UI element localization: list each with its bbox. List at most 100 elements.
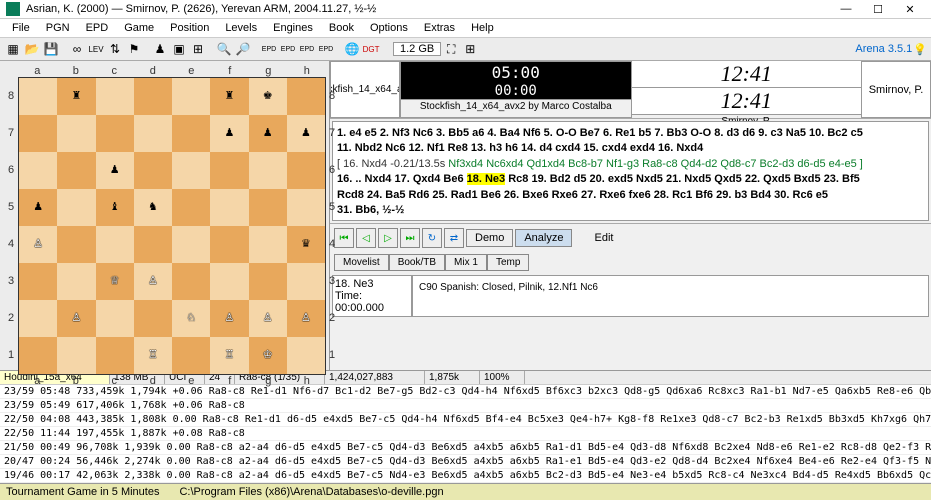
square-d3[interactable]: ♙ (134, 263, 172, 300)
square-d4[interactable] (134, 226, 172, 263)
tool-epd4-icon[interactable]: EPD (317, 40, 335, 58)
nav-next-button[interactable]: ▷ (378, 228, 398, 248)
tool-new-icon[interactable]: ▦ (4, 40, 22, 58)
square-e7[interactable] (172, 115, 210, 152)
square-h3[interactable] (287, 263, 325, 300)
tool-lev-icon[interactable]: LEV (87, 40, 105, 58)
square-h8[interactable] (287, 78, 325, 115)
square-f6[interactable] (210, 152, 248, 189)
square-g5[interactable] (249, 189, 287, 226)
square-h7[interactable]: ♟ (287, 115, 325, 152)
square-b3[interactable] (57, 263, 95, 300)
square-g6[interactable] (249, 152, 287, 189)
square-d8[interactable] (134, 78, 172, 115)
square-e4[interactable] (172, 226, 210, 263)
piece[interactable]: ♝ (110, 202, 120, 213)
square-a7[interactable] (19, 115, 57, 152)
piece[interactable]: ♙ (33, 239, 43, 250)
nav-swap-button[interactable]: ⇄ (444, 228, 464, 248)
square-a4[interactable]: ♙ (19, 226, 57, 263)
square-b8[interactable]: ♜ (57, 78, 95, 115)
square-f1[interactable]: ♖ (210, 337, 248, 374)
square-c5[interactable]: ♝ (96, 189, 134, 226)
square-b1[interactable] (57, 337, 95, 374)
square-a1[interactable] (19, 337, 57, 374)
analysis-line[interactable]: 20/47 00:24 56,446k 2,274k 0.00 Ra8-c8 a… (0, 455, 931, 469)
tool-epd1-icon[interactable]: EPD (260, 40, 278, 58)
menu-file[interactable]: File (6, 21, 36, 35)
nav-last-button[interactable]: ⏭ (400, 228, 420, 248)
square-h2[interactable]: ♙ (287, 300, 325, 337)
square-h4[interactable]: ♛ (287, 226, 325, 263)
move-list[interactable]: 1. e4 e5 2. Nf3 Nc6 3. Bb5 a6 4. Ba4 Nf6… (332, 121, 929, 221)
piece[interactable]: ♖ (224, 350, 234, 361)
piece[interactable]: ♔ (263, 350, 273, 361)
tool-dgt-icon[interactable]: DGT (362, 40, 380, 58)
square-g2[interactable]: ♙ (249, 300, 287, 337)
tool-grid-icon[interactable]: ⊞ (461, 40, 479, 58)
tool-infinity-icon[interactable]: ∞ (68, 40, 86, 58)
square-e8[interactable] (172, 78, 210, 115)
piece[interactable]: ♟ (224, 128, 234, 139)
square-g8[interactable]: ♚ (249, 78, 287, 115)
tab-temp[interactable]: Temp (487, 254, 529, 271)
piece[interactable]: ♙ (301, 313, 311, 324)
analysis-line[interactable]: 23/59 05:49 617,406k 1,768k +0.06 Ra8-c8 (0, 399, 931, 413)
piece[interactable]: ♞ (148, 202, 158, 213)
tool-globe-icon[interactable]: 🌐 (343, 40, 361, 58)
tab-movelist[interactable]: Movelist (334, 254, 389, 271)
piece[interactable]: ♕ (110, 276, 120, 287)
square-b6[interactable] (57, 152, 95, 189)
piece[interactable]: ♙ (263, 313, 273, 324)
square-c1[interactable] (96, 337, 134, 374)
square-b5[interactable] (57, 189, 95, 226)
square-d7[interactable] (134, 115, 172, 152)
square-h6[interactable] (287, 152, 325, 189)
square-c6[interactable]: ♟ (96, 152, 134, 189)
tool-pos-icon[interactable]: ⊞ (189, 40, 207, 58)
tool-zoomout-icon[interactable]: 🔎 (234, 40, 252, 58)
square-c4[interactable] (96, 226, 134, 263)
analysis-line[interactable]: 23/59 05:48 733,459k 1,794k +0.06 Ra8-c8… (0, 385, 931, 399)
piece[interactable]: ♙ (148, 276, 158, 287)
tab-booktb[interactable]: Book/TB (389, 254, 445, 271)
piece[interactable]: ♚ (263, 91, 273, 102)
piece[interactable]: ♜ (224, 91, 234, 102)
square-e2[interactable]: ♘ (172, 300, 210, 337)
square-d5[interactable]: ♞ (134, 189, 172, 226)
square-c3[interactable]: ♕ (96, 263, 134, 300)
square-d1[interactable]: ♖ (134, 337, 172, 374)
piece[interactable]: ♟ (301, 128, 311, 139)
square-e3[interactable] (172, 263, 210, 300)
square-e5[interactable] (172, 189, 210, 226)
analysis-line[interactable]: 19/46 00:17 42,063k 2,338k 0.00 Ra8-c8 a… (0, 469, 931, 483)
square-d2[interactable] (134, 300, 172, 337)
square-g4[interactable] (249, 226, 287, 263)
tool-epd2-icon[interactable]: EPD (279, 40, 297, 58)
piece[interactable]: ♟ (263, 128, 273, 139)
close-button[interactable]: ✕ (903, 2, 917, 16)
menu-epd[interactable]: EPD (80, 21, 115, 35)
tool-zoomin-icon[interactable]: 🔍 (215, 40, 233, 58)
square-d6[interactable] (134, 152, 172, 189)
tool-flag-icon[interactable]: ⚑ (125, 40, 143, 58)
menu-game[interactable]: Game (118, 21, 160, 35)
piece[interactable]: ♜ (71, 91, 81, 102)
square-a5[interactable]: ♟ (19, 189, 57, 226)
square-f7[interactable]: ♟ (210, 115, 248, 152)
piece[interactable]: ♟ (33, 202, 43, 213)
tool-board-icon[interactable]: ▣ (170, 40, 188, 58)
square-a6[interactable] (19, 152, 57, 189)
square-e6[interactable] (172, 152, 210, 189)
analysis-line[interactable]: 21/50 00:49 96,708k 1,939k 0.00 Ra8-c8 a… (0, 441, 931, 455)
square-h5[interactable] (287, 189, 325, 226)
square-f8[interactable]: ♜ (210, 78, 248, 115)
square-f3[interactable] (210, 263, 248, 300)
piece[interactable]: ♙ (224, 313, 234, 324)
tool-save-icon[interactable]: 💾 (42, 40, 60, 58)
demo-button[interactable]: Demo (466, 229, 513, 247)
tool-swap-icon[interactable]: ⇅ (106, 40, 124, 58)
analysis-line[interactable]: 22/50 11:44 197,455k 1,887k +0.08 Ra8-c8 (0, 427, 931, 441)
piece[interactable]: ♛ (301, 239, 311, 250)
menu-book[interactable]: Book (323, 21, 360, 35)
